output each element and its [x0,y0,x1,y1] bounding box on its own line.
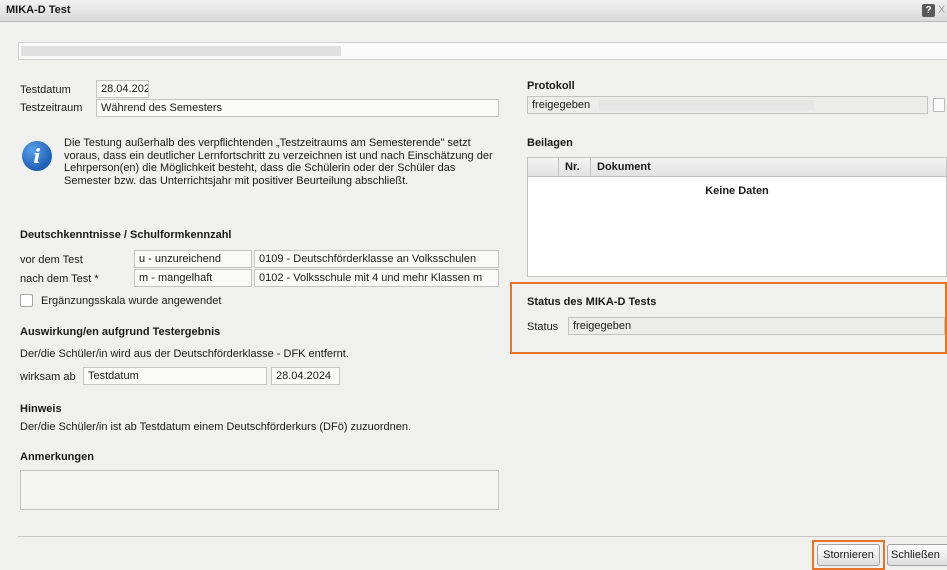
table-header: Nr. Dokument [528,158,946,177]
deutschkenntnisse-header: Deutschkenntnisse / Schulformkennzahl [20,229,232,241]
vor-dem-test-label: vor dem Test [20,254,83,266]
schliessen-button[interactable]: Schließen [887,544,947,566]
auswirkung-header: Auswirkung/en aufgrund Testergebnis [20,326,221,338]
protokoll-header: Protokoll [527,80,575,92]
wirksam-ab-date[interactable]: 28.04.2024 [271,367,340,385]
document-icon[interactable] [933,98,945,112]
testdatum-field[interactable]: 28.04.2024 [96,80,149,98]
vor-kenntnis-field[interactable]: u - unzureichend [134,250,252,268]
window-title: MIKA-D Test [6,4,71,16]
redacted-area [599,100,815,111]
vor-schulform-field[interactable]: 0109 - Deutschförderklasse an Volksschul… [254,250,499,268]
hinweis-text: Der/die Schüler/in ist ab Testdatum eine… [20,421,412,433]
status-field[interactable]: freigegeben [568,317,945,335]
anmerkungen-header: Anmerkungen [20,451,94,463]
ergaenzungsskala-checkbox[interactable] [20,294,33,307]
column-dokument[interactable]: Dokument [597,161,651,173]
column-nr[interactable]: Nr. [565,161,580,173]
stornieren-button[interactable]: Stornieren [817,544,880,566]
redacted-area [21,46,341,56]
empty-state: Keine Daten [705,185,769,197]
info-icon: i [22,141,52,171]
beilagen-table: Nr. Dokument Keine Daten [527,157,947,277]
testzeitraum-field[interactable]: Während des Semesters [96,99,499,117]
header-info-bar [18,42,947,60]
protokoll-value: freigegeben [532,99,591,111]
footer-divider [18,536,947,537]
status-label: Status [527,321,559,333]
hinweis-header: Hinweis [20,403,62,415]
wirksam-ab-label: wirksam ab [20,371,76,383]
testzeitraum-label: Testzeitraum [20,102,83,114]
beilagen-header: Beilagen [527,137,573,149]
status-header: Status des MIKA-D Tests [527,296,657,308]
close-icon[interactable]: X [938,4,947,17]
nach-dem-test-label: nach dem Test * [20,273,99,285]
testdatum-label: Testdatum [20,84,71,96]
anmerkungen-textarea[interactable] [20,470,499,510]
wirksam-ab-select[interactable]: Testdatum [83,367,267,385]
ergaenzungsskala-label: Ergänzungsskala wurde angewendet [41,295,222,307]
help-icon[interactable]: ? [922,4,935,17]
window-titlebar: MIKA-D Test ? X [0,0,947,22]
auswirkung-text: Der/die Schüler/in wird aus der Deutschf… [20,348,349,360]
nach-kenntnis-field[interactable]: m - mangelhaft [134,269,252,287]
info-text: Die Testung außerhalb des verpflichtende… [64,137,493,187]
nach-schulform-field[interactable]: 0102 - Volksschule mit 4 und mehr Klasse… [254,269,499,287]
protokoll-field[interactable]: freigegeben [527,96,928,114]
